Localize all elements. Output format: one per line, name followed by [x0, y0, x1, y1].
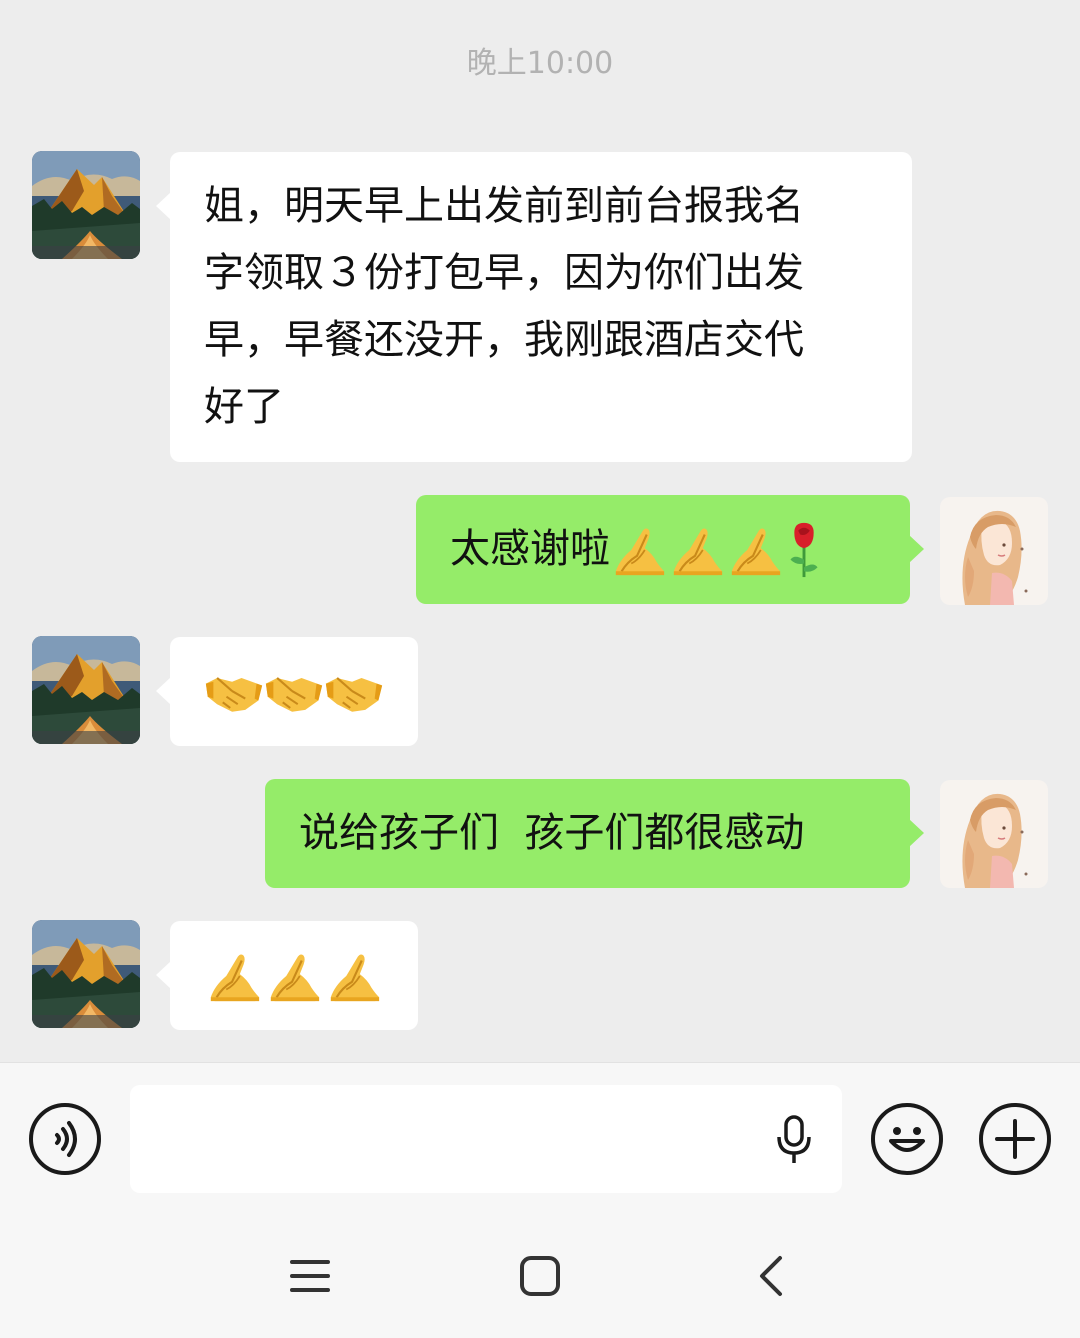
my-avatar[interactable]: [940, 780, 1048, 888]
microphone-icon[interactable]: [774, 1115, 814, 1165]
girl-avatar-image: [940, 497, 1048, 605]
message-input[interactable]: [130, 1085, 842, 1193]
message-text: 太感谢啦: [450, 526, 610, 572]
pray-emoji: [204, 947, 264, 1005]
message-line: 字领取３份打包早，因为你们出发: [204, 250, 804, 296]
plus-icon: [995, 1119, 1035, 1159]
voice-button[interactable]: [29, 1103, 101, 1175]
message-content: 太感谢啦: [450, 495, 910, 604]
smiley-icon: [889, 1127, 925, 1152]
system-nav-bar: [0, 1210, 1080, 1338]
message-line: 早，早餐还没开，我刚跟酒店交代: [204, 317, 804, 363]
handshake-emoji: [264, 667, 324, 717]
message-line: 姐，明天早上出发前到前台报我名: [204, 183, 804, 229]
message-text: 说给孩子们 孩子们都很感动: [299, 810, 805, 856]
contact-avatar[interactable]: [32, 920, 140, 1028]
voice-icon: [55, 1121, 77, 1157]
contact-avatar[interactable]: [32, 151, 140, 259]
pray-emoji: [264, 947, 324, 1005]
message-line: 好了: [204, 384, 284, 430]
emoji-button[interactable]: [871, 1103, 943, 1175]
message-content: [204, 921, 418, 1030]
pray-emoji: [610, 521, 668, 579]
handshake-emoji: [204, 667, 264, 717]
girl-avatar-image: [940, 780, 1048, 888]
incoming-message-bubble[interactable]: [156, 921, 418, 1030]
pray-emoji: [324, 947, 384, 1005]
message-timestamp: 晚上10:00: [466, 46, 614, 81]
back-icon[interactable]: [756, 1254, 786, 1298]
pray-emoji: [668, 521, 726, 579]
my-avatar[interactable]: [940, 497, 1048, 605]
incoming-message-bubble[interactable]: [156, 637, 418, 746]
mountain-avatar-image: [32, 636, 140, 744]
mountain-avatar-image: [32, 151, 140, 259]
handshake-emoji: [324, 667, 384, 717]
chat-input-bar: [0, 1062, 1080, 1211]
contact-avatar[interactable]: [32, 636, 140, 744]
chat-screen: 晚上10:00 姐，明天早上出发前到前台报我名 字领取３份打包早，因为你们出发 …: [0, 0, 1080, 1338]
mountain-avatar-image: [32, 920, 140, 1028]
outgoing-message-bubble[interactable]: 说给孩子们 孩子们都很感动: [265, 779, 924, 888]
message-content: 说给孩子们 孩子们都很感动: [299, 779, 910, 888]
outgoing-message-bubble[interactable]: 太感谢啦: [416, 495, 924, 604]
home-icon[interactable]: [518, 1254, 562, 1298]
more-button[interactable]: [979, 1103, 1051, 1175]
incoming-message-bubble[interactable]: 姐，明天早上出发前到前台报我名 字领取３份打包早，因为你们出发 早，早餐还没开，…: [156, 152, 912, 462]
rose-emoji: [784, 521, 824, 579]
message-content: [204, 637, 418, 746]
pray-emoji: [726, 521, 784, 579]
menu-icon[interactable]: [288, 1256, 332, 1296]
